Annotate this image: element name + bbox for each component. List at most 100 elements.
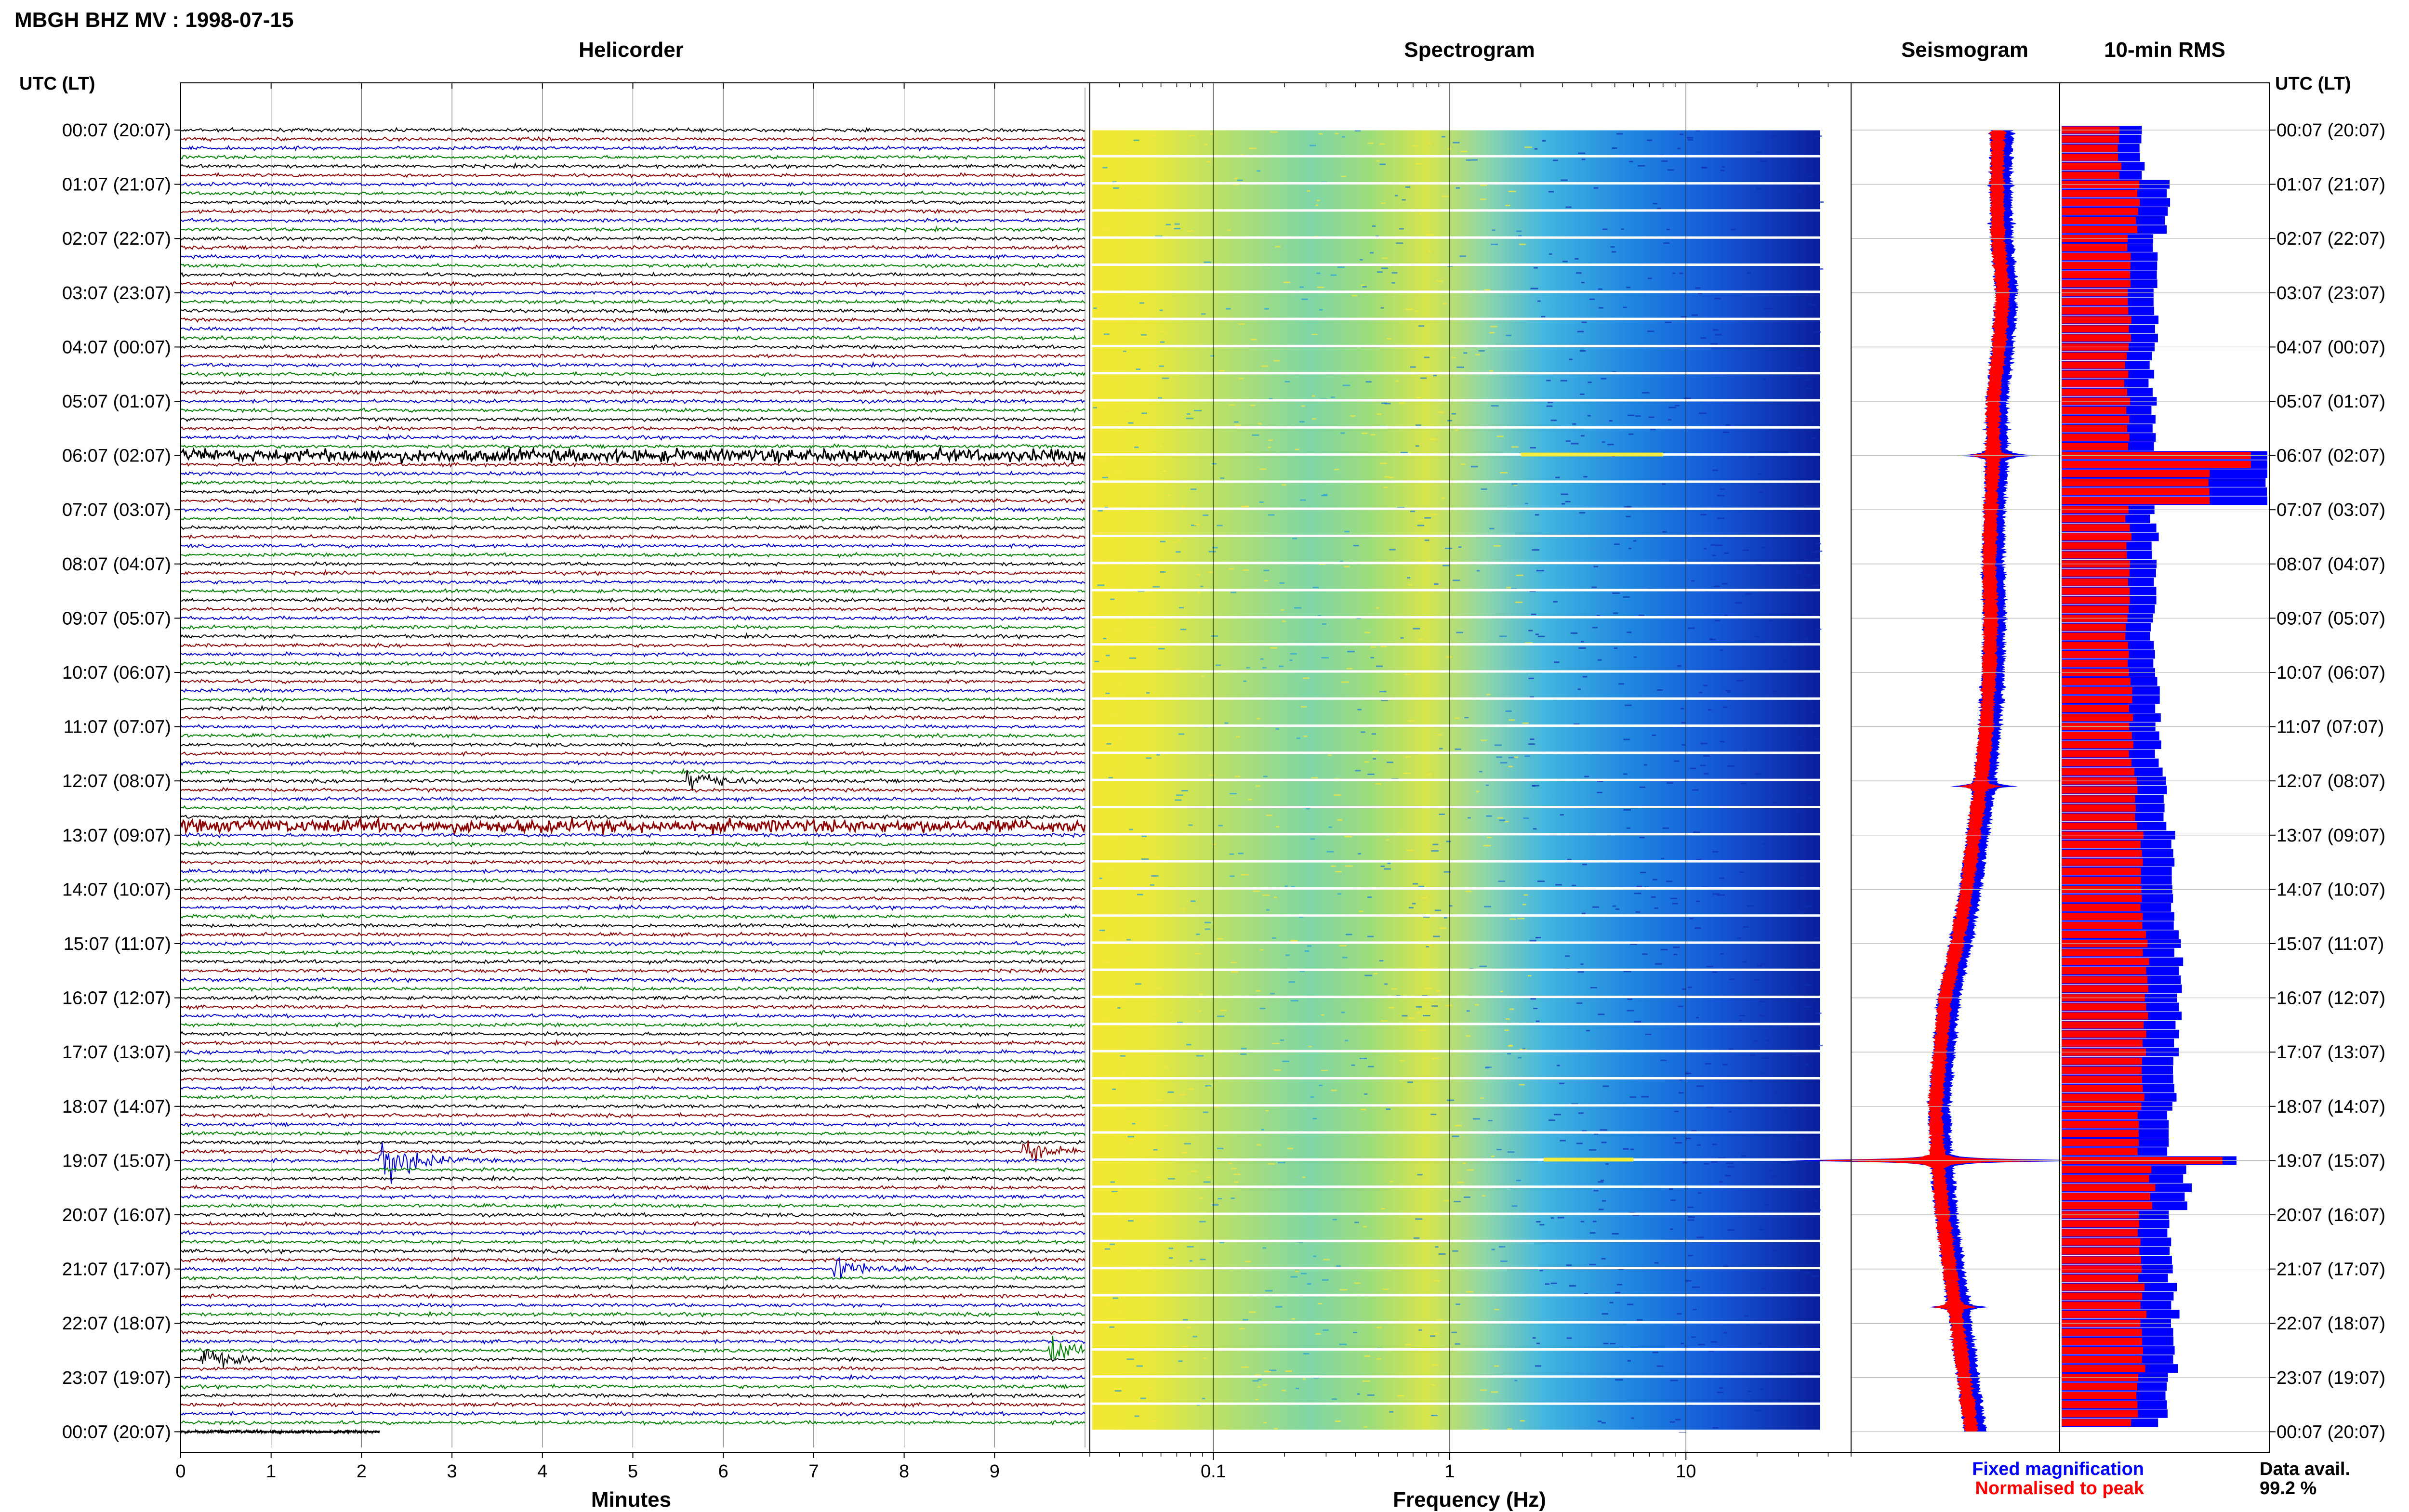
spectrogram-gap (1092, 128, 1820, 131)
spectrogram-speckle (1773, 1249, 1776, 1251)
spectrogram-speckle (1780, 320, 1787, 322)
spectrogram-speckle (1457, 1182, 1464, 1183)
spectrogram-speckle (1263, 569, 1270, 571)
spectrogram-speckle (1140, 334, 1147, 336)
spectrogram-speckle (1216, 664, 1221, 666)
spectrogram-speckle (1466, 1291, 1474, 1293)
spectrogram-speckle (1322, 1279, 1329, 1281)
spectrogram-speckle (1323, 1329, 1329, 1331)
spectrogram-speckle (1332, 1219, 1337, 1221)
rms-bar-normalised (2062, 1419, 2131, 1427)
spectrogram-speckle (1721, 166, 1725, 168)
spectrogram-speckle (1302, 1176, 1306, 1178)
seismogram-panel (1786, 130, 2097, 1433)
spectrogram-xlabel: Frequency (Hz) (1393, 1488, 1546, 1512)
spectrogram-speckle (1387, 762, 1393, 763)
rms-bar-normalised (2062, 1392, 2137, 1399)
spectrogram-speckle (1539, 1270, 1543, 1272)
spectrogram-speckle (1139, 302, 1145, 304)
spectrogram-speckle (1666, 881, 1673, 882)
rms-bar-normalised (2062, 687, 2132, 694)
spectrogram-speckle (1685, 1280, 1692, 1282)
spectrogram-speckle (1360, 259, 1363, 261)
spectrogram-panel (1092, 83, 1824, 1452)
rms-bar-normalised (2062, 416, 2130, 423)
spectrogram-speckle (1569, 1285, 1576, 1287)
spectrogram-speckle (1640, 871, 1646, 873)
spectrogram-gap (1092, 480, 1820, 483)
rms-bar-normalised (2062, 931, 2146, 938)
spectrogram-speckle (1669, 1421, 1675, 1423)
spectrogram-speckle (1112, 1084, 1119, 1086)
spectrogram-speckle (1301, 1273, 1307, 1275)
spectrogram-speckle (1635, 415, 1641, 417)
spectrogram-speckle (1351, 295, 1358, 297)
spectrogram-speckle (1760, 160, 1768, 162)
spectrogram-speckle (1524, 755, 1531, 757)
spectrogram-speckle (1753, 1040, 1757, 1042)
spectrogram-speckle (1159, 309, 1163, 311)
spectrogram-speckle (1788, 133, 1797, 135)
spectrogram-speckle (1793, 810, 1799, 812)
spectrogram-speckle (1581, 158, 1586, 160)
spectrogram-speckle (1498, 881, 1505, 882)
spectrogram-speckle (1115, 377, 1119, 379)
spectrogram-speckle (1178, 1360, 1183, 1362)
spectrogram-speckle (1410, 366, 1416, 368)
rms-bar-normalised (2062, 813, 2135, 821)
row-label-left: 18:07 (14:07) (62, 1097, 171, 1117)
spectrogram-speckle (1734, 602, 1743, 604)
spectrogram-speckle (1696, 1085, 1704, 1087)
spectrogram-speckle (1548, 402, 1553, 404)
spectrogram-speckle (1626, 515, 1631, 517)
spectrogram-speckle (1486, 815, 1492, 817)
spectrogram-speckle (1093, 307, 1097, 309)
spectrogram-speckle (1814, 135, 1822, 137)
spectrogram-speckle (1116, 685, 1121, 687)
spectrogram-speckle (1389, 476, 1394, 478)
spectrogram-speckle (1257, 1144, 1261, 1146)
spectrogram-speckle (1137, 321, 1142, 323)
spectrogram-speckle (1756, 188, 1761, 190)
spectrogram-gap (1092, 236, 1820, 239)
spectrogram-speckle (1279, 665, 1284, 667)
spectrogram-speckle (1383, 1288, 1389, 1290)
spectrogram-speckle (1427, 560, 1432, 562)
spectrogram-speckle (1275, 1306, 1283, 1308)
rms-bar-normalised (2062, 705, 2129, 712)
spectrogram-speckle (1810, 437, 1816, 439)
helicorder-xtick-label: 2 (357, 1461, 367, 1482)
spectrogram-speckle (1167, 1178, 1175, 1180)
spectrogram-speckle (1119, 736, 1125, 737)
rms-bar-normalised (2062, 1166, 2152, 1173)
row-label-left: 06:07 (02:07) (62, 446, 171, 466)
spectrogram-speckle (1788, 945, 1795, 947)
spectrogram-speckle (1381, 257, 1388, 259)
spectrogram-speckle (1710, 343, 1718, 345)
spectrogram-speckle (1813, 1209, 1821, 1211)
spectrogram-speckle (1623, 738, 1630, 740)
spectrogram-speckle (1204, 144, 1208, 145)
spectrogram-speckle (1281, 484, 1287, 486)
spectrogram-speckle (1677, 665, 1681, 667)
spectrogram-speckle (1778, 1394, 1785, 1395)
spectrogram-speckle (1433, 935, 1440, 937)
spectrogram-gap (1092, 507, 1820, 510)
spectrogram-speckle (1099, 930, 1105, 932)
spectrogram-speckle (1580, 435, 1585, 437)
spectrogram-speckle (1379, 691, 1387, 693)
spectrogram-speckle (1679, 1092, 1684, 1094)
spectrogram-speckle (1106, 743, 1112, 745)
spectrogram-speckle (1605, 1163, 1609, 1165)
spectrogram-speckle (1553, 159, 1558, 161)
spectrogram-speckle (1243, 569, 1249, 571)
spectrogram-speckle (1186, 418, 1194, 420)
row-label-left: 19:07 (15:07) (62, 1151, 171, 1171)
spectrogram-speckle (1154, 1013, 1157, 1015)
spectrogram-speckle (1129, 657, 1137, 659)
rms-bar-normalised (2062, 596, 2130, 604)
spectrogram-speckle (1187, 1246, 1194, 1248)
spectrogram-speckle (1700, 764, 1706, 766)
spectrogram-speckle (1456, 366, 1464, 368)
spectrogram-speckle (1598, 1013, 1605, 1015)
